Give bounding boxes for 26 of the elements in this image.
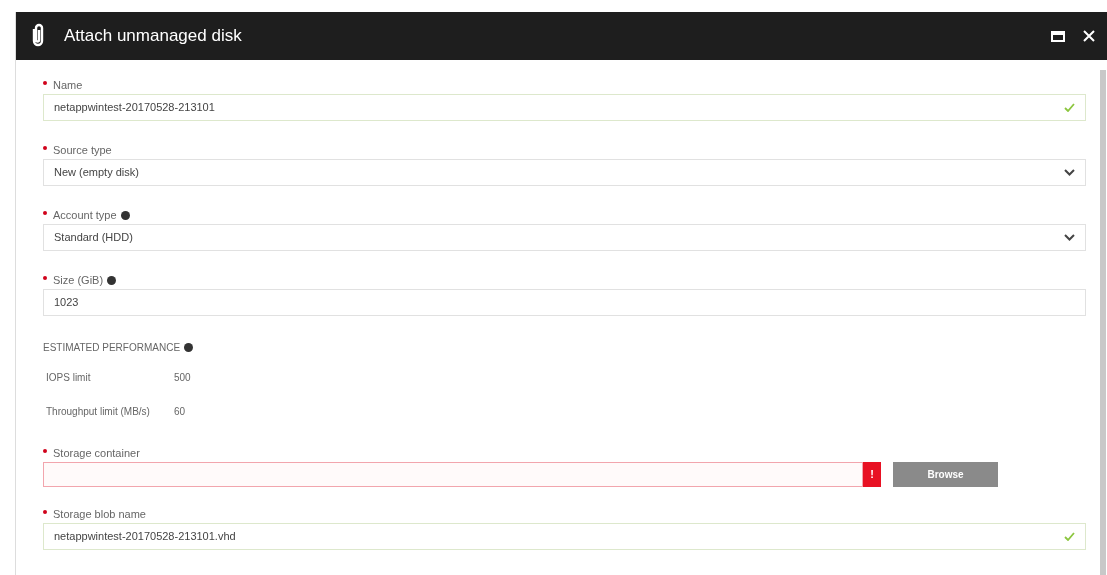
field-label: Storage container bbox=[53, 445, 140, 461]
metric-label: Throughput limit (MB/s) bbox=[46, 404, 151, 419]
error-badge: ! bbox=[863, 462, 881, 487]
dropdown-field[interactable]: New (empty disk) bbox=[43, 159, 1086, 186]
chevron-down-icon bbox=[1064, 234, 1075, 241]
check-icon bbox=[1064, 532, 1075, 541]
field-label: Source type bbox=[53, 142, 112, 158]
field-label: Size (GiB) bbox=[53, 272, 104, 288]
input-field[interactable]: netappwintest-20170528-213101.vhd bbox=[43, 523, 1086, 550]
section-heading: ESTIMATED PERFORMANCE bbox=[43, 340, 181, 355]
close-icon[interactable] bbox=[1083, 30, 1095, 42]
input-field[interactable]: netappwintest-20170528-213101 bbox=[43, 94, 1086, 121]
window-title: Attach unmanaged disk bbox=[64, 25, 243, 48]
dropdown-field[interactable]: Standard (HDD) bbox=[43, 224, 1086, 251]
metric-label: IOPS limit bbox=[46, 370, 92, 385]
field-label: Storage blob name bbox=[53, 506, 146, 522]
field-label: Account type bbox=[53, 207, 117, 223]
maximize-icon[interactable] bbox=[1051, 30, 1065, 42]
metric-value: 500 bbox=[174, 370, 191, 385]
input-field[interactable] bbox=[43, 462, 863, 487]
scrollbar[interactable] bbox=[1100, 70, 1106, 575]
metric-value: 60 bbox=[174, 404, 186, 419]
input-field[interactable]: 1023 bbox=[43, 289, 1086, 316]
field-label: Name bbox=[53, 77, 83, 93]
chevron-down-icon bbox=[1064, 169, 1075, 176]
check-icon bbox=[1064, 103, 1075, 112]
